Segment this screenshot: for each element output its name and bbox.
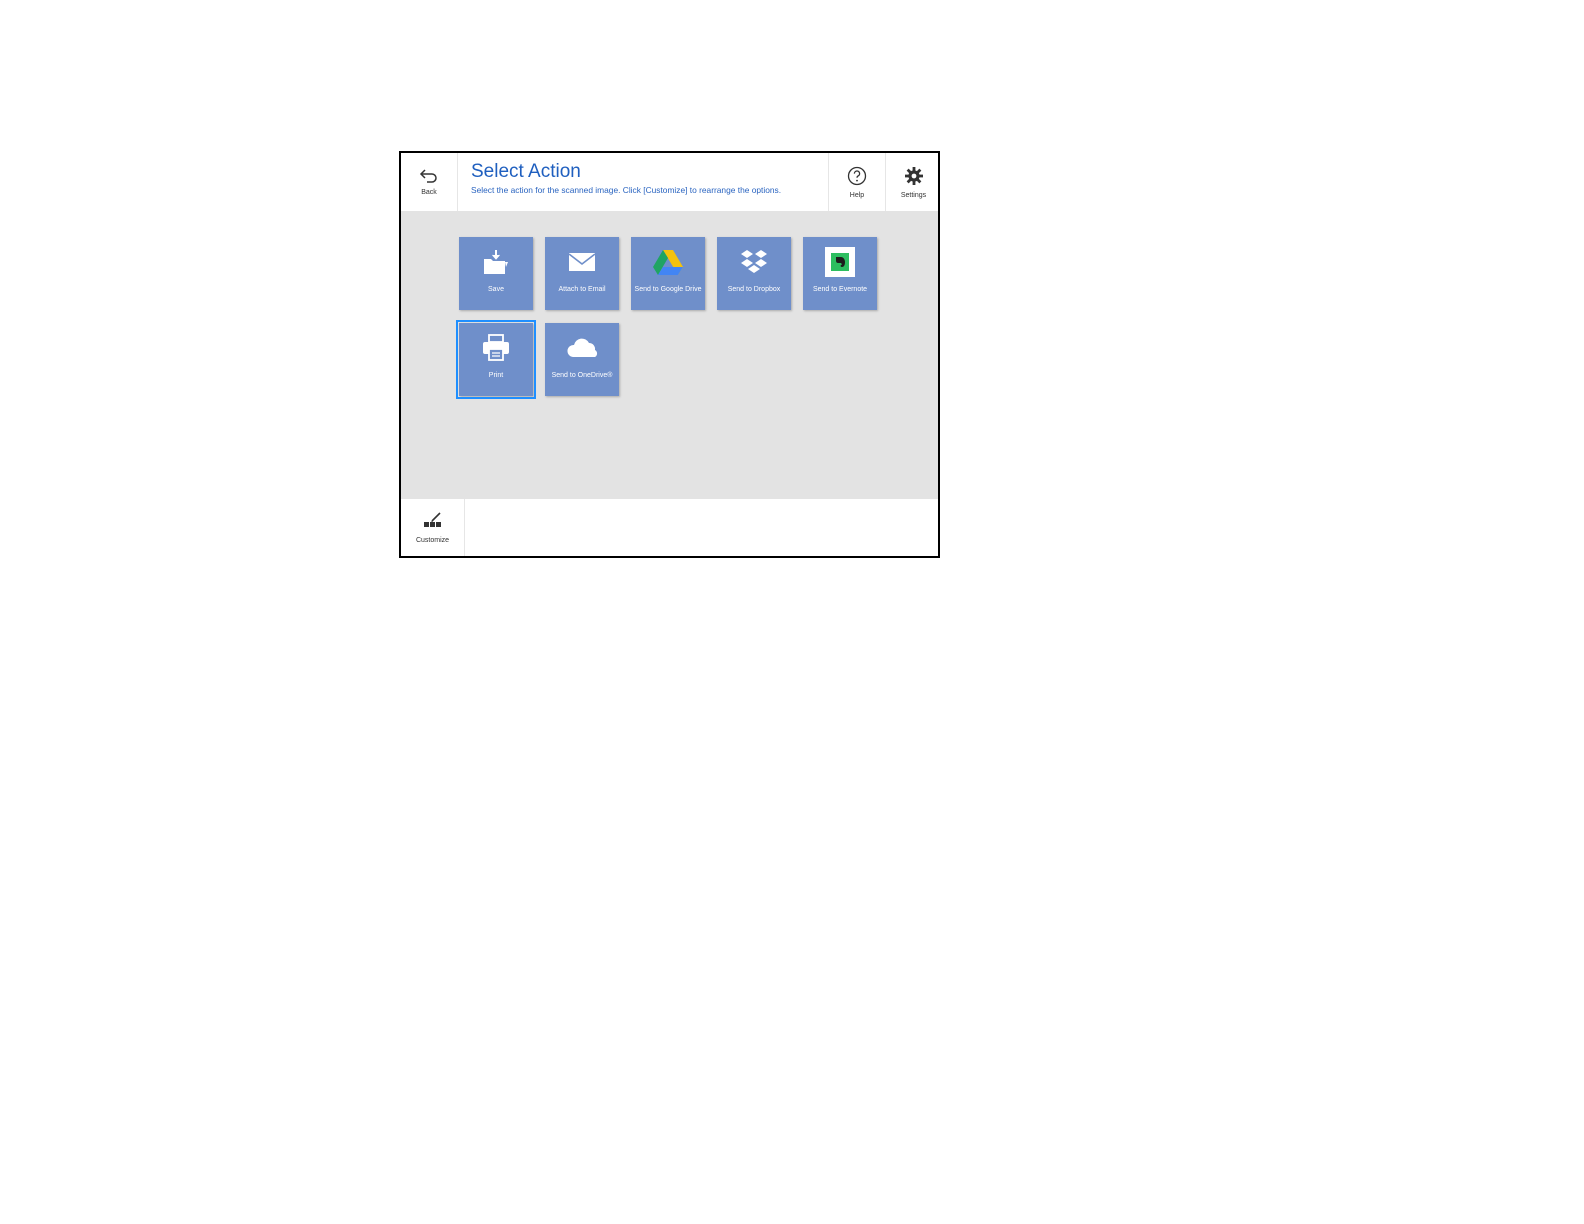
google-drive-icon (652, 248, 684, 281)
printer-icon (481, 333, 511, 367)
evernote-icon (824, 246, 856, 283)
settings-button[interactable]: Settings (885, 153, 941, 211)
action-tile-save[interactable]: Save (459, 237, 533, 310)
back-arrow-icon (419, 168, 439, 188)
select-action-window: Back Select Action Select the action for… (399, 151, 940, 558)
action-label: Send to Dropbox (727, 286, 781, 293)
save-folder-icon (481, 247, 511, 282)
action-label: Send to Evernote (812, 286, 868, 293)
gear-icon (904, 166, 924, 191)
action-tile-print[interactable]: Print (456, 320, 536, 399)
customize-button[interactable]: Customize (401, 499, 465, 556)
action-label: Save (488, 286, 504, 293)
action-label: Print (488, 372, 504, 379)
page-title: Select Action (471, 161, 581, 182)
settings-label: Settings (900, 191, 927, 199)
action-tile-evernote[interactable]: Send to Evernote (803, 237, 877, 310)
help-icon (847, 166, 867, 191)
action-label: Send to Google Drive (634, 286, 702, 293)
envelope-icon (567, 250, 597, 279)
customize-icon (422, 511, 444, 535)
back-label: Back (421, 188, 437, 196)
help-label: Help (849, 191, 865, 199)
action-tile-dropbox[interactable]: Send to Dropbox (717, 237, 791, 310)
customize-label: Customize (415, 536, 450, 544)
page-subtitle: Select the action for the scanned image.… (471, 185, 782, 195)
action-tile-google-drive[interactable]: Send to Google Drive (631, 237, 705, 310)
action-grid-area: Save Attach to Email Send to Google Driv… (401, 211, 938, 499)
header-bar: Back Select Action Select the action for… (401, 153, 938, 211)
help-button[interactable]: Help (828, 153, 885, 211)
action-label: Attach to Email (558, 286, 606, 293)
action-tile-email[interactable]: Attach to Email (545, 237, 619, 310)
back-button[interactable]: Back (401, 153, 458, 211)
action-label: Send to OneDrive® (551, 372, 613, 379)
action-tile-onedrive[interactable]: Send to OneDrive® (545, 323, 619, 396)
footer-bar: Customize (401, 499, 938, 556)
title-area: Select Action Select the action for the … (471, 161, 781, 195)
onedrive-cloud-icon (565, 337, 599, 364)
dropbox-icon (739, 248, 769, 281)
